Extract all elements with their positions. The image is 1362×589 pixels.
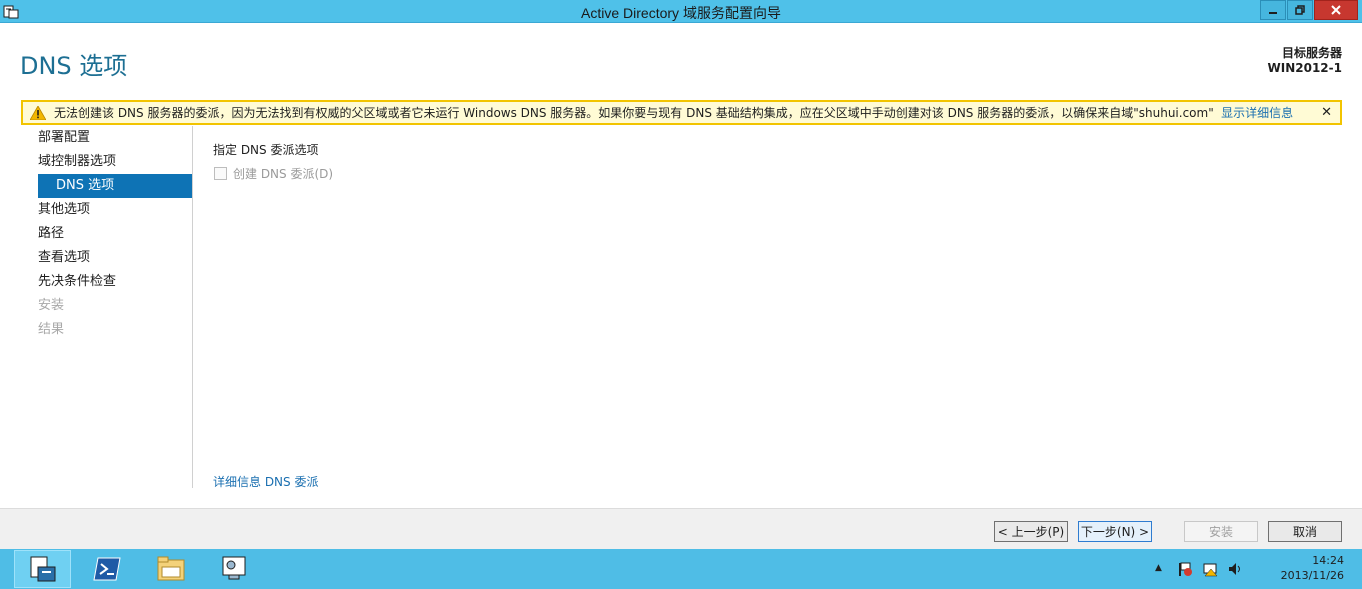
show-details-link[interactable]: 显示详细信息 [1221,104,1293,121]
more-about-dns-delegation-link[interactable]: 详细信息 DNS 委派 [213,473,318,490]
minimize-button[interactable] [1260,0,1286,20]
volume-icon[interactable] [1227,561,1243,577]
network-status-icon[interactable] [1202,561,1218,577]
powershell-icon [92,557,121,581]
create-dns-delegation-checkbox[interactable] [214,167,227,180]
taskbar-powershell[interactable] [78,550,135,588]
section-heading: 指定 DNS 委派选项 [213,143,319,157]
window-title: Active Directory 域服务配置向导 [581,5,781,21]
show-hidden-icons-icon[interactable]: ▲ [1155,563,1162,573]
restore-button[interactable] [1287,0,1313,20]
warning-close-icon[interactable]: ✕ [1321,105,1332,120]
cancel-button[interactable]: 取消 [1268,521,1342,542]
create-dns-delegation-option[interactable]: 创建 DNS 委派(D) [214,165,333,182]
previous-button[interactable]: < 上一步(P) [994,521,1068,542]
nav-item-dns-options[interactable]: DNS 选项 [38,174,192,198]
minimize-icon [1269,12,1277,14]
install-button: 安装 [1184,521,1258,542]
server-manager-icon [30,556,55,582]
clock-time: 14:24 [1312,554,1344,567]
nav-item-deployment-config[interactable]: 部署配置 [0,126,192,150]
target-server: 目标服务器 WIN2012-1 [1268,46,1342,76]
wizard-nav: 部署配置 域控制器选项 DNS 选项 其他选项 路径 查看选项 先决条件检查 安… [0,126,192,342]
nav-item-paths[interactable]: 路径 [0,222,192,246]
title-bar: Active Directory 域服务配置向导 [0,0,1362,23]
clock[interactable]: 14:24 2013/11/26 [1281,553,1344,583]
network-icon [222,556,245,580]
taskbar-server-manager[interactable] [14,550,71,588]
taskbar-file-explorer[interactable] [142,550,199,588]
folder-icon [157,556,184,581]
next-button[interactable]: 下一步(N) > [1078,521,1152,542]
close-window-button[interactable] [1314,0,1358,20]
nav-divider [192,126,193,488]
nav-item-installation: 安装 [38,298,65,313]
page-title: DNS 选项 [20,52,128,80]
wizard-button-bar: < 上一步(P) 下一步(N) > 安装 取消 [0,508,1362,549]
nav-item-results: 结果 [38,322,65,337]
nav-item-review-options[interactable]: 查看选项 [0,246,192,270]
taskbar: ▲ 14:24 2013/11/26 [0,549,1362,589]
target-server-label: 目标服务器 [1281,46,1342,60]
warning-banner: 无法创建该 DNS 服务器的委派，因为无法找到有权威的父区域或者它未运行 Win… [21,100,1342,125]
close-icon [1331,5,1341,15]
system-tray: ▲ 14:24 2013/11/26 [1147,549,1362,589]
restore-icon [1295,5,1305,15]
target-server-value: WIN2012-1 [1267,61,1342,75]
action-center-flag-icon[interactable] [1177,561,1193,577]
warning-message: 无法创建该 DNS 服务器的委派，因为无法找到有权威的父区域或者它未运行 Win… [54,106,1214,120]
clock-date: 2013/11/26 [1280,569,1344,582]
nav-item-prerequisites-check[interactable]: 先决条件检查 [0,270,192,294]
nav-item-dc-options[interactable]: 域控制器选项 [0,150,192,174]
create-dns-delegation-label: 创建 DNS 委派(D) [233,167,334,181]
nav-item-additional-options[interactable]: 其他选项 [0,198,192,222]
warning-icon [30,105,46,120]
taskbar-network-app[interactable] [205,550,262,588]
